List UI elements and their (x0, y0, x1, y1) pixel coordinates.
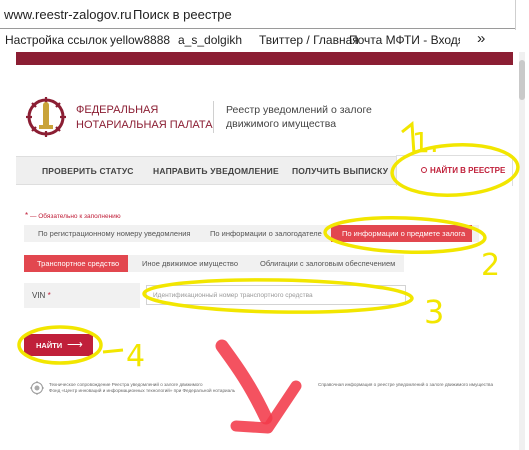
bookmark-yellow8888[interactable]: yellow8888 (110, 33, 170, 47)
address-edge (515, 0, 516, 30)
footer-registry-info-link[interactable]: Справочная информация о реестре уведомле… (318, 382, 493, 387)
tab-by-subject[interactable]: По информации о предмете залога (342, 229, 465, 238)
bookmark-settings[interactable]: Настройка ссылок (5, 33, 107, 47)
bookmark-twitter[interactable]: Твиттер / Главная (259, 33, 359, 47)
fund-logo-icon (30, 381, 44, 395)
tab-vehicle[interactable]: Транспортное средство (37, 259, 119, 268)
bookmark-mipt-mail[interactable]: Почта МФТИ - Входящи (349, 33, 460, 47)
nav-check-status[interactable]: ПРОВЕРИТЬ СТАТУС (42, 166, 134, 176)
org-name-line2: нотариальная палата (76, 119, 213, 131)
vin-label: VIN * (32, 291, 51, 300)
required-note-text: — Обязательно к заполнению (29, 213, 121, 220)
site-top-bar (16, 52, 513, 65)
bookmarks-bar: Настройка ссылок yellow8888 a_s_dolgikh … (0, 30, 529, 52)
required-note: * — Обязательно к заполнению (25, 211, 121, 220)
annotation-mark-1-stroke (401, 121, 416, 155)
nav-send-notice[interactable]: НАПРАВИТЬ УВЕДОМЛЕНИЕ (153, 166, 279, 176)
tab-bonds[interactable]: Облигации с залоговым обеспечением (260, 259, 395, 268)
tab-by-pledgor[interactable]: По информации о залогодателе (210, 229, 322, 238)
bookmarks-more-icon[interactable]: » (477, 30, 485, 47)
vin-required-star: * (47, 291, 51, 300)
annotation-dash-4 (102, 348, 124, 354)
arrow-right-icon[interactable]: ⟶ (67, 338, 83, 351)
address-bar[interactable]: www.reestr-zalogov.ru Поиск в реестре (0, 0, 529, 30)
registry-title: Реестр уведомлений о залоге движимого им… (226, 103, 372, 131)
footer-left-line2: Фонд «Центр инноваций и информационных т… (49, 388, 236, 393)
registry-title-line1: Реестр уведомлений о залоге (226, 104, 372, 116)
nav-search-registry[interactable]: НАЙТИ В РЕЕСТРЕ (421, 166, 505, 175)
nav-get-extract[interactable]: ПОЛУЧИТЬ ВЫПИСКУ (292, 166, 388, 176)
search-icon (421, 167, 427, 173)
footer-tech-support[interactable]: Техническое сопровождение Реестра уведом… (49, 382, 289, 394)
page-title: Поиск в реестре (133, 7, 232, 22)
address-divider (0, 28, 515, 29)
tab-other-property[interactable]: Иное движимое имущество (142, 259, 238, 268)
notary-emblem-icon (26, 97, 66, 137)
annotation-mark-2: 2 (481, 248, 500, 283)
header-divider (213, 101, 214, 133)
vin-label-text: VIN (32, 291, 46, 300)
scrollbar-thumb[interactable] (519, 60, 525, 100)
required-star: * (25, 211, 29, 220)
scrollbar-track[interactable] (519, 52, 525, 450)
annotation-mark-3: 3 (424, 293, 444, 331)
org-name[interactable]: Федеральная нотариальная палата (76, 103, 213, 133)
tab-by-reg-number[interactable]: По регистрационному номеру уведомления (38, 229, 191, 238)
nav-search-label: НАЙТИ В РЕЕСТРЕ (430, 166, 506, 175)
bookmark-a-s-dolgikh[interactable]: a_s_dolgikh (178, 33, 242, 47)
annotation-mark-4: 4 (126, 339, 145, 374)
vin-input[interactable] (146, 285, 406, 305)
address-url[interactable]: www.reestr-zalogov.ru (4, 7, 132, 22)
org-name-line1: Федеральная (76, 104, 159, 116)
registry-title-line2: движимого имущества (226, 118, 337, 130)
